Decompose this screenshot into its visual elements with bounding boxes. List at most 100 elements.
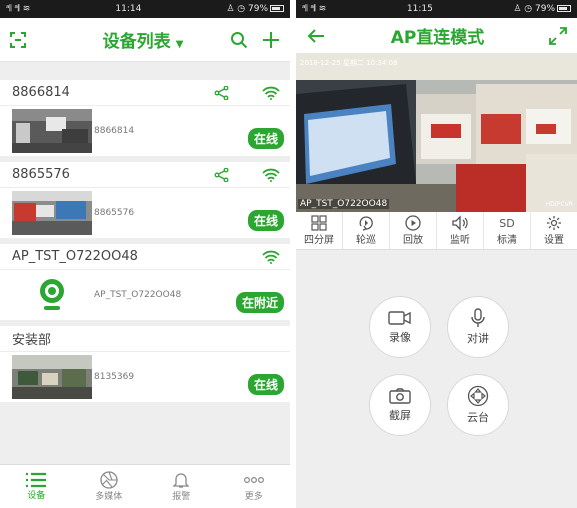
wifi-icon (262, 168, 280, 182)
fullscreen-icon[interactable] (549, 26, 567, 45)
device-card[interactable]: 8865576 8865576 在线 (0, 162, 290, 238)
record-button[interactable]: 录像 (369, 296, 431, 358)
battery-icon (557, 5, 571, 12)
tab-alarm[interactable]: 报警 (145, 465, 218, 508)
cycle-icon (359, 216, 373, 231)
grid-icon (311, 215, 327, 231)
battery-indicator: ♙ ◷ 79% (226, 4, 284, 14)
listen-button[interactable]: 监听 (437, 212, 484, 249)
tool-label: 标清 (497, 235, 517, 246)
battery-icon (270, 5, 284, 12)
tool-label: 回放 (403, 235, 423, 246)
device-id: 8865576 (94, 208, 135, 218)
wifi-icon (262, 86, 280, 100)
device-card-header: 安装部 (0, 326, 290, 352)
device-card[interactable]: 安装部 8135369 在线 (0, 326, 290, 402)
webcam-icon (40, 279, 64, 310)
status-bar: ᵃ𝄃 ᵃ𝄃 ≋ 11:14 ♙ ◷ 79% (0, 0, 290, 18)
back-arrow-icon[interactable] (306, 28, 326, 44)
tool-label: 四分屏 (304, 235, 334, 246)
device-list-dropdown[interactable]: 设备列表 ▼ (103, 27, 184, 52)
device-id: 8866814 (94, 126, 135, 136)
device-card[interactable]: AP_TST_O722OO48 AP_TST_O722OO48 在附近 (0, 244, 290, 320)
tab-label: 设备 (27, 491, 46, 501)
camera-thumbnail[interactable] (12, 191, 92, 235)
caret-down-icon: ▼ (175, 39, 184, 50)
live-video-feed[interactable]: 2018-12-25 星期二 10:34:08 AP_TST_O722OO48 … (296, 54, 577, 212)
online-status-badge: 在线 (247, 373, 284, 395)
tab-more[interactable]: 更多 (218, 465, 291, 508)
device-id: AP_TST_O722OO48 (94, 290, 182, 300)
device-list-screen: ᵃ𝄃 ᵃ𝄃 ≋ 11:14 ♙ ◷ 79% 设备列表 ▼ 8866814 886… (0, 0, 290, 508)
microphone-icon (471, 308, 485, 327)
tab-label: 报警 (172, 492, 191, 502)
search-icon[interactable] (230, 31, 248, 49)
device-card-body: 8866814 在线 (0, 106, 290, 156)
ptz-button[interactable]: 云台 (447, 374, 509, 436)
device-card-header: AP_TST_O722OO48 (0, 244, 290, 270)
camera-thumbnail[interactable] (12, 109, 92, 153)
tab-label: 更多 (244, 492, 263, 502)
page-title: 设备列表 (102, 32, 171, 52)
status-bar: ᵃ𝄃 ᵃ𝄃 ≋ 11:15 ♙ ◷ 79% (296, 0, 577, 18)
device-card-header: 8866814 (0, 80, 290, 106)
header-bar: 设备列表 ▼ (0, 18, 290, 62)
more-icon (243, 476, 264, 484)
device-card-body: AP_TST_O722OO48 在附近 (0, 270, 290, 320)
speaker-icon (452, 215, 468, 231)
aperture-icon (100, 471, 118, 489)
cycle-button[interactable]: 轮巡 (343, 212, 390, 249)
online-status-badge: 在线 (247, 127, 284, 149)
signal-indicator: ᵃ𝄃 ᵃ𝄃 ≋ (302, 4, 327, 14)
tab-devices[interactable]: 设备 (0, 465, 73, 508)
camera-thumbnail[interactable] (12, 355, 92, 399)
video-device-label: AP_TST_O722OO48 (298, 199, 390, 209)
action-label: 云台 (467, 411, 489, 424)
scan-icon[interactable] (10, 31, 26, 48)
ap-live-view-screen: ᵃ𝄃 ᵃ𝄃 ≋ 11:15 ♙ ◷ 79% AP直连模式 2018-12-25 … (296, 0, 577, 508)
ap-camera-thumbnail[interactable] (12, 273, 92, 317)
settings-button[interactable]: 设置 (531, 212, 577, 249)
tab-label: 多媒体 (95, 492, 123, 502)
clock: 11:14 (115, 4, 142, 14)
action-label: 截屏 (389, 408, 411, 422)
device-card[interactable]: 8866814 8866814 在线 (0, 80, 290, 156)
device-card-header: 8865576 (0, 162, 290, 188)
camera-icon (389, 387, 411, 404)
online-status-badge: 在线 (247, 209, 284, 231)
play-icon (405, 215, 421, 231)
quad-split-button[interactable]: 四分屏 (296, 212, 343, 249)
screenshot-button[interactable]: 截屏 (369, 374, 431, 436)
ptz-icon (467, 385, 489, 407)
signal-indicator: ᵃ𝄃 ᵃ𝄃 ≋ (6, 4, 31, 14)
video-camera-icon (388, 310, 411, 325)
nearby-status-badge: 在附近 (235, 291, 284, 313)
bottom-tab-bar: 设备 多媒体 报警 更多 (0, 464, 290, 508)
share-icon[interactable] (214, 85, 230, 100)
bell-icon (172, 473, 190, 488)
video-toolbar: 四分屏 轮巡 回放 监听 SD 标清 设置 (296, 212, 577, 250)
device-name: 8866814 (12, 85, 70, 100)
device-name: 8865576 (12, 167, 70, 182)
list-icon (26, 472, 47, 488)
device-card-body: 8865576 在线 (0, 188, 290, 238)
talk-button[interactable]: 对讲 (447, 296, 509, 358)
clock: 11:15 (406, 4, 433, 14)
tab-media[interactable]: 多媒体 (73, 465, 146, 508)
video-timestamp: 2018-12-25 星期二 10:34:08 (300, 59, 398, 67)
device-name: 安装部 (12, 333, 52, 348)
page-title: AP直连模式 (390, 28, 485, 48)
tool-label: 设置 (544, 235, 564, 246)
device-id: 8135369 (94, 372, 135, 382)
gear-icon (547, 216, 561, 230)
share-icon[interactable] (214, 167, 230, 182)
add-device-icon[interactable] (262, 31, 280, 49)
header-bar: AP直连模式 (296, 18, 577, 54)
video-quality-tag: HD|PCVR (545, 201, 573, 208)
playback-button[interactable]: 回放 (390, 212, 437, 249)
quality-button[interactable]: SD 标清 (484, 212, 531, 249)
device-name: AP_TST_O722OO48 (12, 249, 138, 264)
device-card-body: 8135369 在线 (0, 352, 290, 402)
wifi-icon (262, 250, 280, 264)
sd-icon: SD (499, 216, 515, 230)
